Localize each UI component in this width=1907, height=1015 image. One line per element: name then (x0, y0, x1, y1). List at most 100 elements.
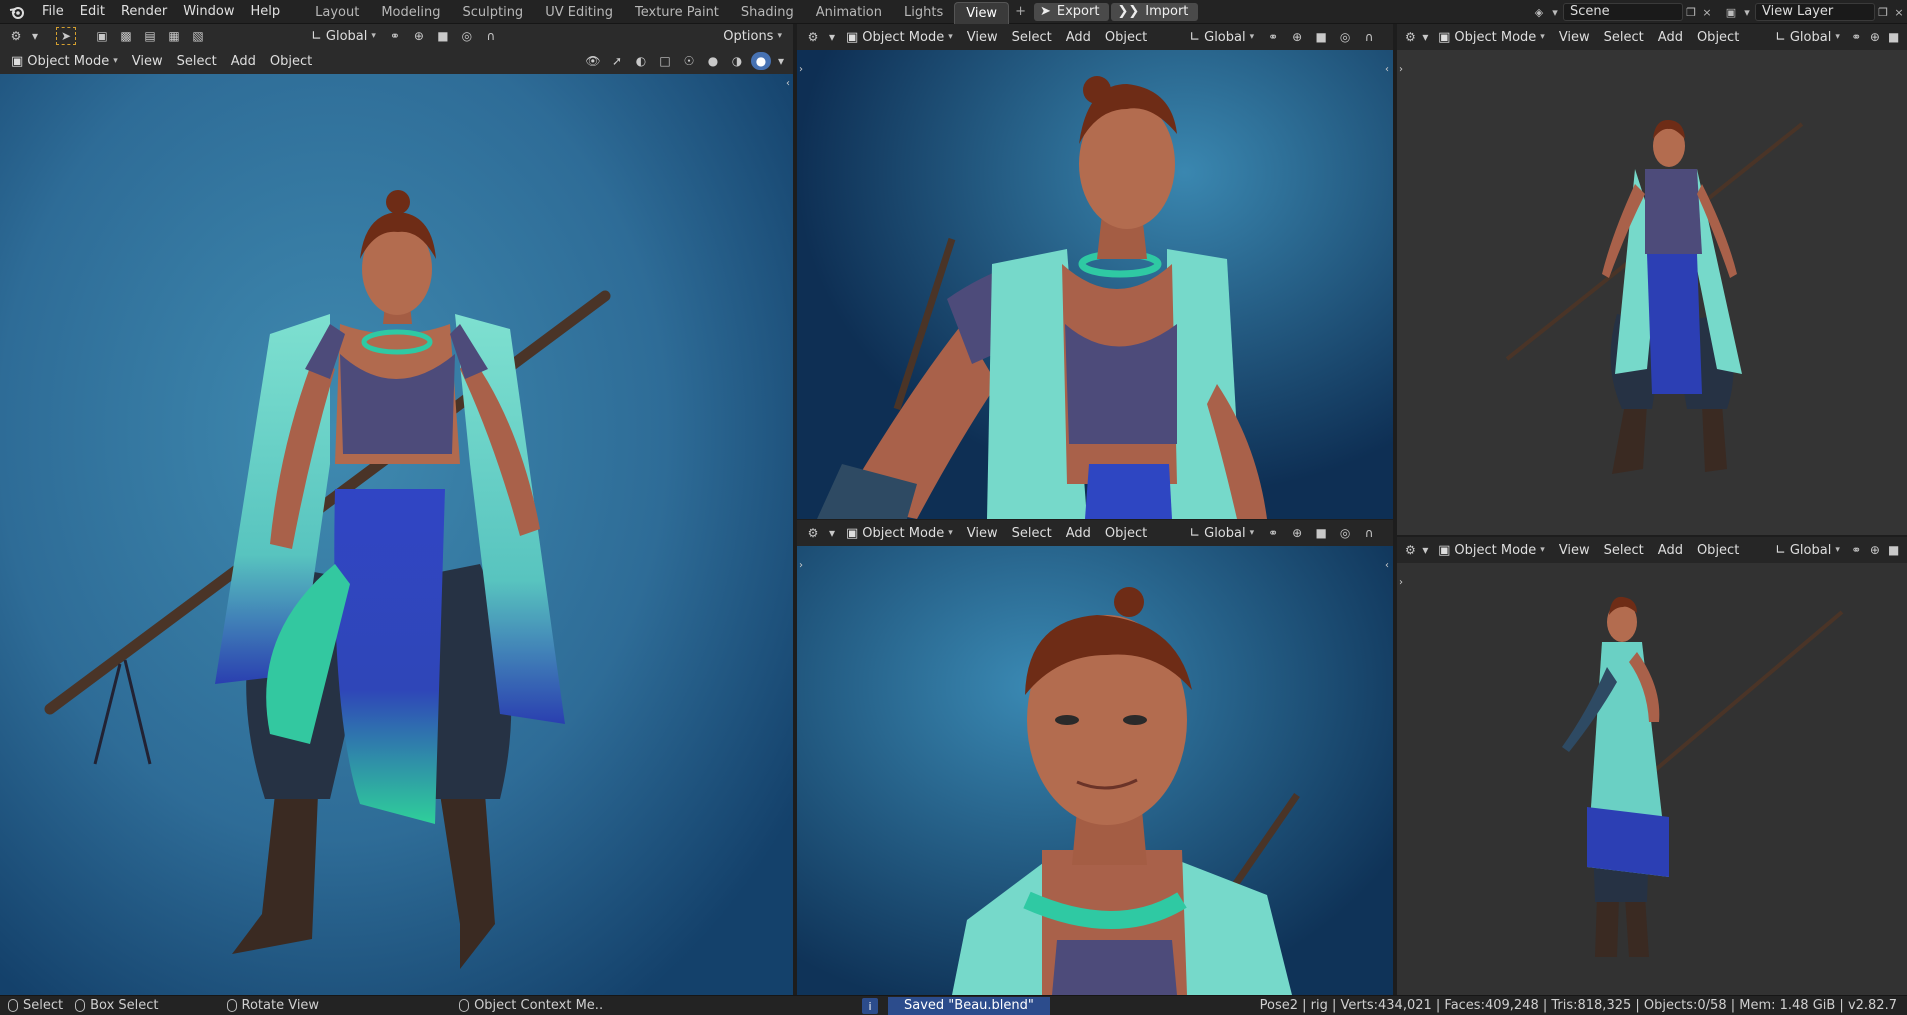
pivot-icon[interactable]: ⚭ (1263, 524, 1283, 542)
menu-view[interactable]: View (1554, 543, 1595, 558)
editor-type-icon[interactable]: ⚙ (1403, 541, 1418, 559)
viewport-front-full[interactable]: ⚙ ▾ ▣ Object Mode ▾ View Select Add Obje… (1397, 24, 1907, 535)
pivot-icon[interactable]: ⚭ (1263, 28, 1283, 46)
snap-icon[interactable]: ⊕ (409, 27, 429, 45)
object-mode-dropdown[interactable]: ▣ Object Mode ▾ (1433, 29, 1550, 46)
toolbar-toggle-icon[interactable]: › (799, 560, 803, 571)
object-mode-dropdown[interactable]: ▣ Object Mode ▾ (841, 525, 958, 542)
tab-layout[interactable]: Layout (304, 2, 370, 24)
menu-select[interactable]: Select (1007, 30, 1057, 45)
select-new-icon[interactable]: ▣ (92, 27, 112, 45)
menu-add[interactable]: Add (1653, 30, 1688, 45)
pivot-icon[interactable]: ⚭ (385, 27, 405, 45)
pivot-icon[interactable]: ⚭ (1849, 28, 1864, 46)
transform-orientation-dropdown[interactable]: ∟ Global ▾ (1770, 542, 1845, 559)
import-button[interactable]: ❯❯ Import (1111, 2, 1199, 21)
viewport-close-up-body[interactable]: ⚙ ▾ ▣ Object Mode ▾ View Select Add Obje… (797, 24, 1393, 519)
snap-target-icon[interactable]: ■ (433, 27, 453, 45)
transform-orientation-dropdown[interactable]: ∟ Global ▾ (306, 28, 381, 45)
proportional-edit-icon[interactable]: ◎ (457, 27, 477, 45)
menu-view[interactable]: View (127, 54, 168, 69)
tab-texture-paint[interactable]: Texture Paint (624, 2, 730, 24)
editor-type-icon[interactable]: ⚙ (6, 27, 26, 45)
sidebar-toggle-icon[interactable]: ‹ (786, 78, 790, 89)
proportional-edit-icon[interactable]: ◎ (1335, 28, 1355, 46)
transform-orientation-dropdown[interactable]: ∟ Global ▾ (1770, 29, 1845, 46)
editor-type-icon[interactable]: ⚙ (1403, 28, 1418, 46)
close-layer-icon[interactable]: × (1891, 4, 1907, 20)
falloff-icon[interactable]: ∩ (481, 27, 501, 45)
toolbar-toggle-icon[interactable]: › (799, 64, 803, 75)
falloff-icon[interactable]: ∩ (1359, 524, 1379, 542)
material-shading-icon[interactable]: ◑ (727, 52, 747, 70)
menu-object[interactable]: Object (1692, 30, 1744, 45)
copy-layer-icon[interactable]: ❐ (1875, 4, 1891, 20)
menu-edit[interactable]: Edit (72, 1, 113, 23)
object-mode-dropdown[interactable]: ▣ Object Mode ▾ (1433, 542, 1550, 559)
tab-shading[interactable]: Shading (730, 2, 805, 24)
export-button[interactable]: ➤ Export (1033, 2, 1110, 21)
viewport-main[interactable]: ⚙ ▾ ➤ ▣ ▩ ▤ ▦ ▧ ∟ Global ▾ ⚭ ⊕ ■ ◎ ∩ Opt… (0, 24, 793, 995)
viewport-close-up-face[interactable]: ⚙ ▾ ▣ Object Mode ▾ View Select Add Obje… (797, 520, 1393, 995)
snap-target-icon[interactable]: ■ (1886, 28, 1901, 46)
snap-target-icon[interactable]: ■ (1886, 541, 1901, 559)
rendered-shading-icon[interactable]: ● (751, 52, 771, 70)
tab-animation[interactable]: Animation (805, 2, 893, 24)
sidebar-toggle-icon[interactable]: ‹ (1385, 64, 1389, 75)
falloff-icon[interactable]: ∩ (1359, 28, 1379, 46)
snap-target-icon[interactable]: ■ (1311, 524, 1331, 542)
transform-orientation-dropdown[interactable]: ∟ Global ▾ (1184, 29, 1259, 46)
sidebar-toggle-icon[interactable]: ‹ (1385, 560, 1389, 571)
menu-select[interactable]: Select (172, 54, 222, 69)
select-extend-icon[interactable]: ▩ (116, 27, 136, 45)
viewport-side-full[interactable]: ⚙ ▾ ▣ Object Mode ▾ View Select Add Obje… (1397, 537, 1907, 995)
snap-icon[interactable]: ⊕ (1868, 541, 1883, 559)
wireframe-shading-icon[interactable]: ☉ (679, 52, 699, 70)
toolbar-toggle-icon[interactable]: › (1399, 64, 1403, 75)
tab-modeling[interactable]: Modeling (370, 2, 451, 24)
blender-logo-icon[interactable] (6, 1, 28, 23)
select-subtract-icon[interactable]: ▤ (140, 27, 160, 45)
tab-sculpting[interactable]: Sculpting (451, 2, 534, 24)
snap-icon[interactable]: ⊕ (1287, 28, 1307, 46)
visibility-icon[interactable]: 👁 (583, 52, 603, 70)
menu-window[interactable]: Window (175, 1, 242, 23)
tab-view[interactable]: View (954, 1, 1010, 24)
editor-type-icon[interactable]: ⚙ (803, 524, 823, 542)
proportional-edit-icon[interactable]: ◎ (1335, 524, 1355, 542)
overlays-icon[interactable]: ◐ (631, 52, 651, 70)
menu-select[interactable]: Select (1599, 30, 1649, 45)
snap-target-icon[interactable]: ■ (1311, 28, 1331, 46)
menu-view[interactable]: View (962, 526, 1003, 541)
menu-help[interactable]: Help (243, 1, 289, 23)
copy-scene-icon[interactable]: ❐ (1683, 4, 1699, 20)
menu-render[interactable]: Render (113, 1, 175, 23)
scene-name-field[interactable]: Scene (1563, 3, 1683, 21)
tab-lights[interactable]: Lights (893, 2, 954, 24)
menu-object[interactable]: Object (1100, 526, 1152, 541)
menu-add[interactable]: Add (1061, 526, 1096, 541)
menu-add[interactable]: Add (1653, 543, 1688, 558)
toolbar-toggle-icon[interactable]: › (1399, 577, 1403, 588)
menu-view[interactable]: View (962, 30, 1003, 45)
options-dropdown[interactable]: Options ▾ (718, 28, 787, 45)
menu-add[interactable]: Add (1061, 30, 1096, 45)
select-intersect-icon[interactable]: ▧ (188, 27, 208, 45)
close-scene-icon[interactable]: × (1699, 4, 1715, 20)
menu-select[interactable]: Select (1599, 543, 1649, 558)
menu-object[interactable]: Object (1100, 30, 1152, 45)
menu-object[interactable]: Object (265, 54, 317, 69)
chevron-down-icon[interactable]: ▾ (775, 52, 787, 70)
view-layer-field[interactable]: View Layer (1755, 3, 1875, 21)
transform-orientation-dropdown[interactable]: ∟ Global ▾ (1184, 525, 1259, 542)
menu-object[interactable]: Object (1692, 543, 1744, 558)
select-invert-icon[interactable]: ▦ (164, 27, 184, 45)
pivot-icon[interactable]: ⚭ (1849, 541, 1864, 559)
object-mode-dropdown[interactable]: ▣ Object Mode ▾ (841, 29, 958, 46)
scene-icon[interactable]: ◈ (1531, 4, 1547, 20)
menu-add[interactable]: Add (226, 54, 261, 69)
add-workspace-button[interactable]: + (1009, 1, 1032, 23)
view-layer-icon[interactable]: ▣ (1723, 4, 1739, 20)
snap-icon[interactable]: ⊕ (1287, 524, 1307, 542)
snap-icon[interactable]: ⊕ (1868, 28, 1883, 46)
